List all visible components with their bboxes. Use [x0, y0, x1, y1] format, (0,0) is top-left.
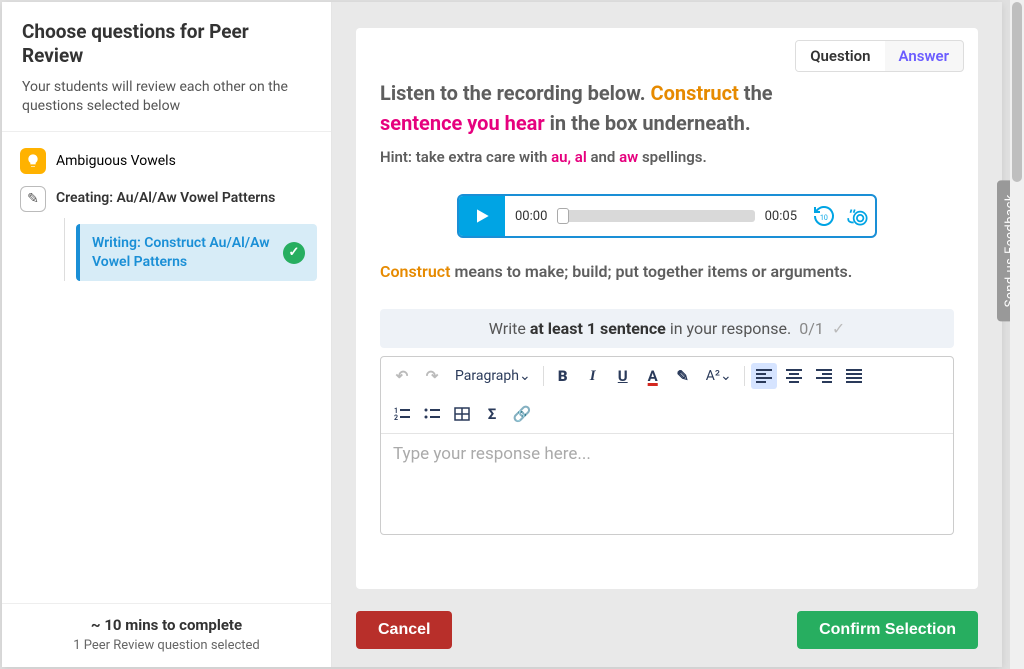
response-count: 0/1: [799, 319, 824, 338]
chevron-down-icon: ⌄: [519, 368, 531, 384]
content-scroll: Question Answer Listen to the recording …: [332, 2, 1002, 599]
align-right-icon: [816, 369, 832, 383]
highlight-button[interactable]: ✎: [670, 363, 696, 389]
sidebar-header: Choose questions for Peer Review Your st…: [2, 2, 331, 132]
tree-subsection[interactable]: ✎ Creating: Au/Al/Aw Vowel Patterns: [16, 180, 317, 218]
prompt-text: Listen to the recording below.: [380, 81, 650, 105]
rich-text-editor: ↶ ↷ Paragraph ⌄ B I U A ✎ A² ⌄: [380, 356, 954, 535]
cancel-button[interactable]: Cancel: [356, 611, 452, 649]
check-icon: ✓: [283, 242, 305, 264]
align-center-button[interactable]: [781, 363, 807, 389]
ordered-list-icon: 12: [394, 407, 410, 421]
play-icon: [472, 206, 492, 226]
qa-toggle: Question Answer: [795, 40, 964, 72]
hint-mid: and: [587, 148, 619, 166]
align-left-icon: [756, 369, 772, 383]
unordered-list-icon: [424, 407, 440, 421]
check-icon: ✓: [832, 319, 845, 338]
tree-subsection-label: Creating: Au/Al/Aw Vowel Patterns: [56, 186, 275, 209]
svg-text:10: 10: [820, 214, 828, 222]
align-justify-icon: [846, 369, 862, 383]
italic-button[interactable]: I: [580, 363, 606, 389]
peer-review-modal: Choose questions for Peer Review Your st…: [2, 2, 1002, 667]
link-button[interactable]: 🔗: [509, 401, 535, 427]
time-estimate: ~ 10 mins to complete: [22, 616, 311, 634]
audio-player: 00:00 00:05 10: [457, 194, 877, 238]
table-icon: [454, 407, 470, 421]
ordered-list-button[interactable]: 12: [389, 401, 415, 427]
question-prompt: Listen to the recording below. Construct…: [380, 78, 954, 138]
rewind-icon: 10: [812, 204, 836, 228]
sidebar: Choose questions for Peer Review Your st…: [2, 2, 332, 667]
redo-button[interactable]: ↷: [419, 363, 445, 389]
prompt-keyword: Construct: [650, 81, 738, 105]
sidebar-subtitle: Your students will review each other on …: [22, 78, 311, 117]
chevron-down-icon: ⌄: [720, 368, 732, 384]
audio-current-time: 00:00: [505, 209, 557, 224]
editor-textarea[interactable]: Type your response here...: [381, 434, 953, 534]
audio-seek-thumb[interactable]: [557, 208, 569, 224]
equation-button[interactable]: Σ: [479, 401, 505, 427]
align-left-button[interactable]: [751, 363, 777, 389]
undo-button[interactable]: ↶: [389, 363, 415, 389]
response-requirement: Write at least 1 sentence in your respon…: [380, 309, 954, 348]
editor-toolbar: ↶ ↷ Paragraph ⌄ B I U A ✎ A² ⌄: [381, 357, 953, 434]
align-right-button[interactable]: [811, 363, 837, 389]
svg-text:2: 2: [394, 414, 398, 421]
response-bold: at least 1 sentence: [530, 319, 666, 338]
separator: [543, 366, 544, 386]
font-size-button[interactable]: A² ⌄: [700, 363, 738, 389]
tree-section[interactable]: Ambiguous Vowels: [16, 142, 317, 180]
scrollbar-thumb[interactable]: [1012, 2, 1022, 182]
confirm-button[interactable]: Confirm Selection: [797, 611, 978, 649]
hint-pattern: aw: [619, 148, 638, 166]
tree-item-selected[interactable]: Writing: Construct Au/Al/Aw Vowel Patter…: [76, 224, 317, 282]
tree-item-label: Writing: Construct Au/Al/Aw Vowel Patter…: [92, 234, 275, 272]
response-text: Write: [489, 319, 526, 338]
paragraph-label: Paragraph: [455, 368, 519, 384]
table-button[interactable]: [449, 401, 475, 427]
definition-body: means to make; build; put together items…: [450, 262, 852, 281]
hint-prefix: Hint: take extra care with: [380, 148, 551, 166]
rewind-button[interactable]: 10: [807, 196, 841, 236]
align-center-icon: [786, 369, 802, 383]
bold-button[interactable]: B: [550, 363, 576, 389]
prompt-highlight: sentence you hear: [380, 111, 545, 135]
content-card: Question Answer Listen to the recording …: [356, 28, 978, 589]
main-panel: Question Answer Listen to the recording …: [332, 2, 1002, 667]
snail-icon: [845, 203, 871, 229]
sidebar-title: Choose questions for Peer Review: [22, 20, 311, 68]
prompt-text: in the box underneath.: [545, 111, 751, 135]
lightbulb-icon: [20, 148, 46, 174]
paragraph-dropdown[interactable]: Paragraph ⌄: [449, 363, 537, 389]
tab-answer[interactable]: Answer: [885, 41, 963, 71]
page-scrollbar[interactable]: [1010, 0, 1024, 669]
tree-section-label: Ambiguous Vowels: [56, 153, 176, 169]
prompt-text: the: [739, 81, 773, 105]
main-footer: Cancel Confirm Selection: [332, 599, 1002, 667]
hint-pattern: au, al: [551, 148, 587, 166]
selected-count: 1 Peer Review question selected: [22, 638, 311, 653]
align-justify-button[interactable]: [841, 363, 867, 389]
definition-word: Construct: [380, 262, 450, 281]
audio-total-time: 00:05: [755, 209, 807, 224]
underline-button[interactable]: U: [610, 363, 636, 389]
sidebar-footer: ~ 10 mins to complete 1 Peer Review ques…: [2, 603, 331, 667]
pencil-icon: ✎: [20, 186, 46, 212]
definition-text: Construct means to make; build; put toge…: [380, 262, 954, 281]
hint-suffix: spellings.: [638, 148, 707, 166]
tree-child-container: Writing: Construct Au/Al/Aw Vowel Patter…: [64, 224, 317, 282]
response-text: in your response.: [670, 319, 791, 338]
question-tree: Ambiguous Vowels ✎ Creating: Au/Al/Aw Vo…: [2, 132, 331, 603]
hint-text: Hint: take extra care with au, al and aw…: [380, 148, 954, 166]
text-color-button[interactable]: A: [640, 363, 666, 389]
audio-seek-track[interactable]: [557, 210, 754, 222]
unordered-list-button[interactable]: [419, 401, 445, 427]
separator: [744, 366, 745, 386]
play-button[interactable]: [459, 196, 505, 236]
slow-button[interactable]: [841, 196, 875, 236]
tab-question[interactable]: Question: [796, 41, 884, 71]
